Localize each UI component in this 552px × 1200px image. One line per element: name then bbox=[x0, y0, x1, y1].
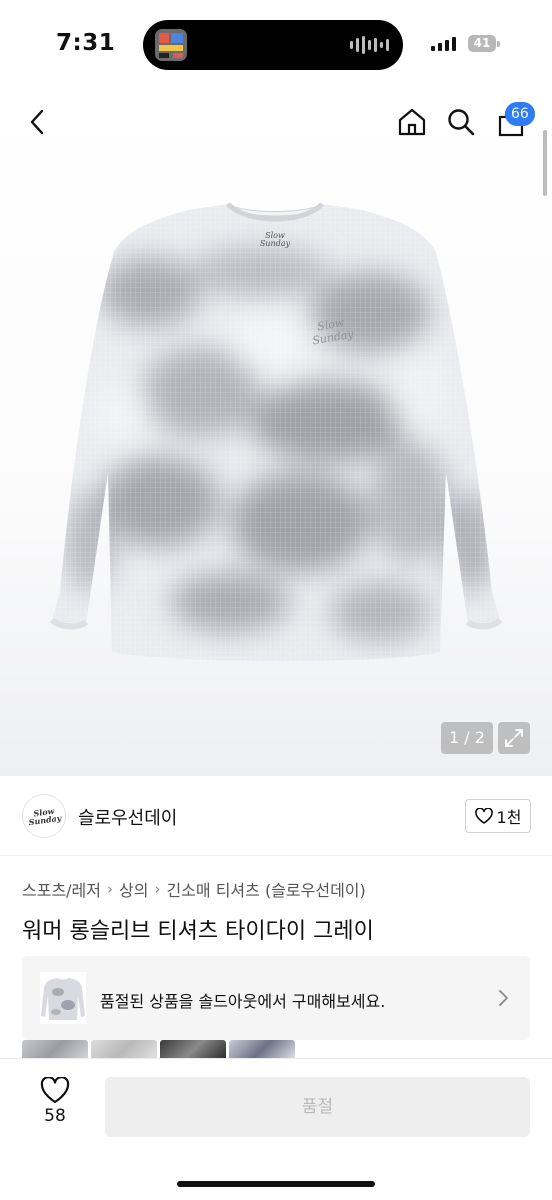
soldout-banner-text: 품절된 상품을 솔드아웃에서 구매해보세요. bbox=[100, 992, 386, 1011]
brand-row: Slow Sunday 슬로우선데이 1천 bbox=[0, 776, 552, 856]
home-icon bbox=[398, 108, 426, 136]
product-title: 워머 롱슬리브 티셔츠 타이다이 그레이 bbox=[22, 919, 374, 944]
breadcrumb-item-sports[interactable]: 스포츠/레저 bbox=[22, 877, 101, 901]
heart-icon bbox=[474, 808, 493, 824]
variant-thumbnail-gray[interactable] bbox=[22, 1040, 88, 1060]
sold-out-button[interactable]: 품절 bbox=[105, 1077, 530, 1137]
variant-thumbnail-black[interactable] bbox=[160, 1040, 226, 1060]
top-navigation bbox=[0, 92, 552, 152]
breadcrumb: 스포츠/레저 › 상의 › 긴소매 티셔츠 (슬로우선데이) bbox=[22, 877, 366, 901]
expand-image-button[interactable] bbox=[498, 722, 530, 754]
divider bbox=[0, 855, 552, 856]
status-time: 7:31 bbox=[56, 30, 116, 56]
back-chevron-icon bbox=[30, 109, 44, 135]
audio-waveform-icon bbox=[350, 36, 389, 54]
cellular-signal-icon bbox=[431, 37, 456, 51]
breadcrumb-chevron-icon: › bbox=[154, 880, 161, 898]
image-counter: 1 / 2 bbox=[441, 722, 493, 754]
battery-icon: 41 bbox=[468, 35, 496, 52]
brand-like-count: 1천 bbox=[496, 808, 522, 827]
brand-name[interactable]: 슬로우선데이 bbox=[78, 804, 177, 830]
soldout-product-thumbnail bbox=[40, 972, 86, 1024]
chevron-right-icon bbox=[499, 990, 508, 1006]
soldout-banner[interactable]: 품절된 상품을 솔드아웃에서 구매해보세요. bbox=[22, 956, 530, 1040]
heart-icon bbox=[40, 1077, 70, 1104]
color-variant-thumbnails bbox=[22, 1040, 295, 1060]
breadcrumb-item-tops[interactable]: 상의 bbox=[119, 877, 148, 901]
wishlist-button[interactable]: 58 bbox=[22, 1077, 88, 1126]
shirt-neck-logo-line2: Sunday bbox=[260, 239, 291, 248]
breadcrumb-chevron-icon: › bbox=[107, 880, 113, 898]
search-icon bbox=[448, 109, 475, 136]
product-image: Slow Sunday Slow Sunday bbox=[49, 202, 503, 661]
home-button[interactable] bbox=[394, 104, 430, 140]
home-indicator[interactable] bbox=[177, 1181, 375, 1187]
scrollbar[interactable] bbox=[543, 130, 547, 196]
dynamic-island bbox=[143, 20, 403, 70]
back-button[interactable] bbox=[20, 104, 56, 140]
brand-like-button[interactable]: 1천 bbox=[465, 799, 531, 833]
variant-thumbnail-light-gray[interactable] bbox=[91, 1040, 157, 1060]
now-playing-app-icon bbox=[155, 29, 187, 61]
product-image-gallery[interactable]: Slow Sunday Slow Sunday bbox=[0, 92, 552, 776]
bottom-action-bar: 58 품절 bbox=[0, 1058, 552, 1200]
search-button[interactable] bbox=[443, 104, 479, 140]
variant-thumbnail-navy[interactable] bbox=[229, 1040, 295, 1060]
expand-icon bbox=[505, 729, 523, 747]
breadcrumb-item-long-sleeve[interactable]: 긴소매 티셔츠 (슬로우선데이) bbox=[166, 877, 365, 901]
brand-logo[interactable]: Slow Sunday bbox=[22, 794, 66, 838]
cart-count-badge: 66 bbox=[505, 102, 535, 126]
status-bar: 7:31 41 bbox=[0, 0, 552, 92]
wishlist-count: 58 bbox=[44, 1106, 66, 1126]
battery-tip bbox=[497, 41, 500, 47]
